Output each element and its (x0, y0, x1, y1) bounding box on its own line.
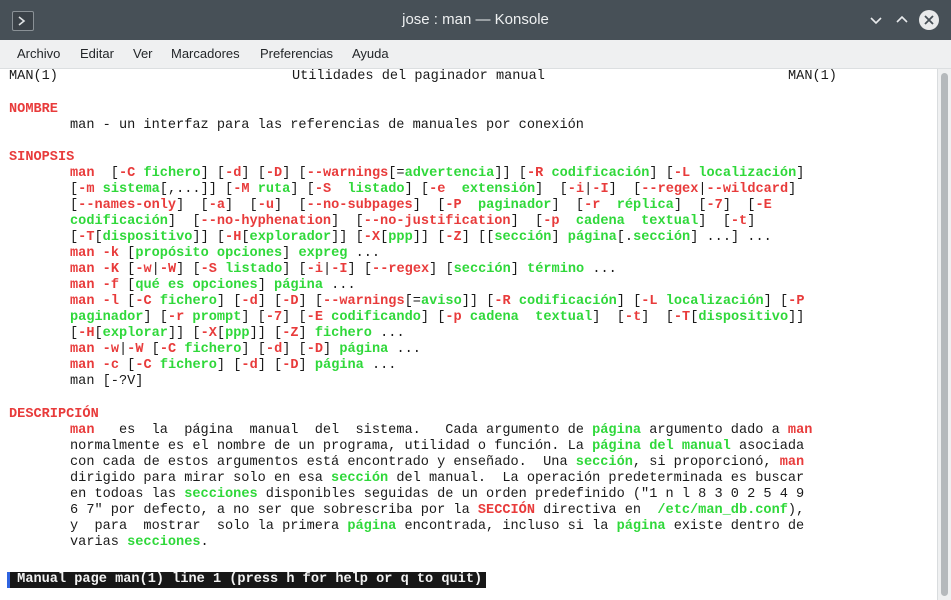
menu-bar: Archivo Editar Ver Marcadores Preferenci… (0, 40, 951, 69)
menu-ayuda[interactable]: Ayuda (352, 46, 389, 61)
synopsis-line: [-T[dispositivo]] [-H[explorador]] [-X[p… (70, 230, 772, 245)
maximize-icon[interactable] (892, 10, 912, 30)
close-icon[interactable] (919, 10, 939, 30)
description-line: 6 7" por defecto, a no ser que sobrescri… (70, 503, 805, 518)
synopsis-line: [-H[explorar]] [-X[ppp]] [-Z] fichero ..… (70, 326, 405, 341)
synopsis-line: man [-C fichero] [-d] [-D] [--warnings[=… (70, 166, 805, 181)
synopsis-line: man -l [-C fichero] [-d] [-D] [--warning… (70, 294, 805, 309)
scrollbar-thumb[interactable] (941, 73, 948, 596)
synopsis-line: man [-?V] (70, 374, 144, 389)
menu-archivo[interactable]: Archivo (17, 46, 60, 61)
window-title: jose : man — Konsole (402, 11, 549, 28)
menu-preferencias[interactable]: Preferencias (260, 46, 333, 61)
section-nombre: NOMBRE (9, 102, 58, 117)
pager-status-bar: Manual page man(1) line 1 (press h for h… (7, 572, 487, 588)
section-sinopsis: SINOPSIS (9, 150, 75, 165)
description-line: normalmente es el nombre de un programa,… (70, 439, 805, 454)
synopsis-line: [--names-only] [-a] [-u] [--no-subpages]… (70, 198, 772, 213)
section-descripcion: DESCRIPCIÓN (9, 407, 99, 422)
cursor (7, 572, 10, 588)
synopsis-line: man -w|-W [-C fichero] [-d] [-D] página … (70, 342, 421, 357)
synopsis-line: man -k [propósito opciones] expreg ... (70, 246, 381, 261)
synopsis-line: man -f [qué es opciones] página ... (70, 278, 356, 293)
description-line: y para mostrar solo la primera página en… (70, 519, 805, 534)
man-header-title: Utilidades del paginador manual (292, 69, 545, 84)
minimize-icon[interactable] (866, 10, 886, 30)
pager-status-text: Manual page man(1) line 1 (press h for h… (17, 572, 483, 587)
menu-ver[interactable]: Ver (133, 46, 153, 61)
menu-marcadores[interactable]: Marcadores (171, 46, 240, 61)
man-header-right: MAN(1) (788, 69, 837, 84)
synopsis-line: man -c [-C fichero] [-d] [-D] página ... (70, 358, 397, 373)
man-header-left: MAN(1) (9, 69, 58, 84)
synopsis-line: [-m sistema[,...]] [-M ruta] [-S listado… (70, 182, 797, 197)
description-line: dirigido para mirar solo en esa sección … (70, 471, 805, 486)
synopsis-line: man -K [-w|-W] [-S listado] [-i|-I] [--r… (70, 262, 617, 277)
description-line: varias secciones. (70, 535, 209, 550)
description-line: con cada de estos argumentos está encont… (70, 455, 805, 470)
nombre-text: man - un interfaz para las referencias d… (70, 118, 584, 133)
menu-editar[interactable]: Editar (80, 46, 114, 61)
description-line: en todoas las secciones disponibles segu… (70, 487, 805, 502)
title-bar: jose : man — Konsole (0, 0, 951, 40)
scrollbar[interactable] (937, 69, 951, 600)
synopsis-line: codificación] [--no-hyphenation] [--no-j… (70, 214, 756, 229)
description-line: man es la página manual del sistema. Cad… (70, 423, 813, 438)
synopsis-line: paginador] [-r prompt] [-7] [-E codifica… (70, 310, 805, 325)
